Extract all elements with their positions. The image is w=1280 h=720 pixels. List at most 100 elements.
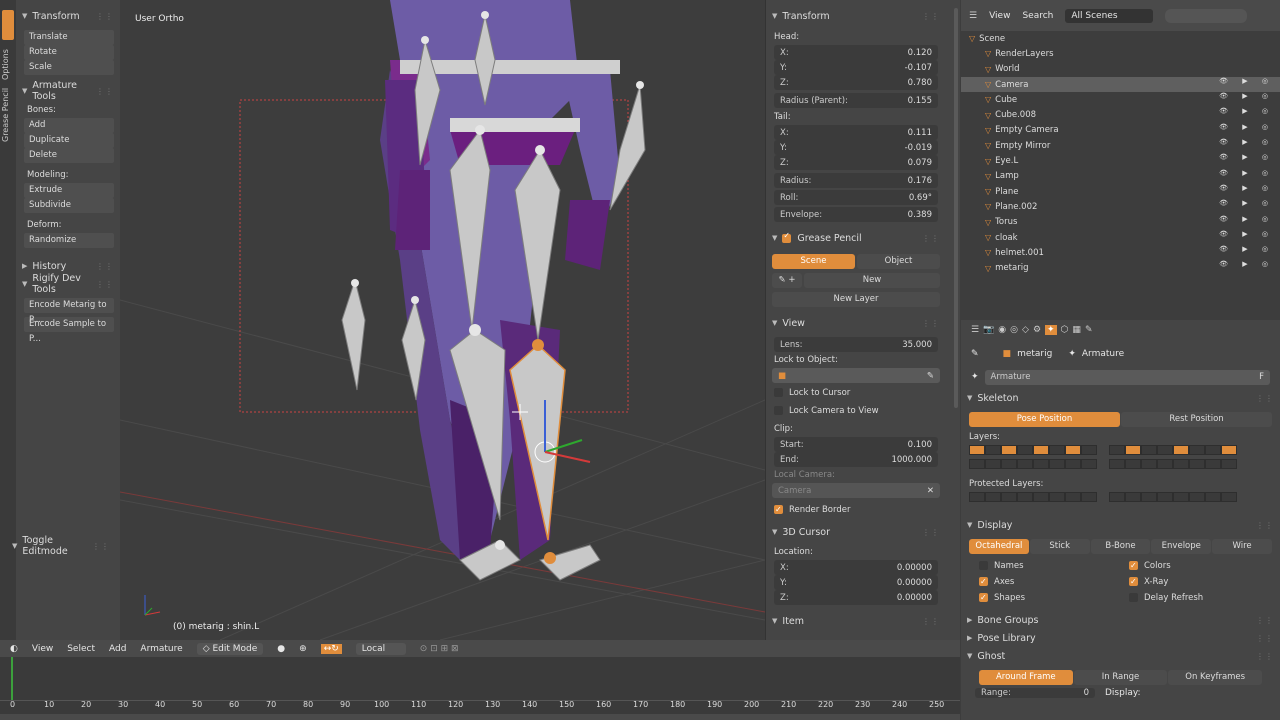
around-frame-button[interactable]: Around Frame (979, 670, 1073, 685)
pose-position-button[interactable]: Pose Position (969, 412, 1120, 427)
pose-library-header[interactable]: ▶ Pose Library ⋮⋮ (961, 630, 1280, 646)
outliner-row[interactable]: ▽ Cube 👁 ▶ ◎ (961, 92, 1280, 107)
3d-cursor-header[interactable]: ▼ 3D Cursor ⋮⋮ (766, 524, 946, 540)
roll-field[interactable]: Roll: 0.69° (774, 190, 938, 205)
outliner-row[interactable]: ▽ helmet.001 👁 ▶ ◎ (961, 245, 1280, 260)
outliner-item-name[interactable]: Scene (979, 34, 1005, 44)
translate-button[interactable]: Translate (24, 30, 114, 45)
tail-x-field[interactable]: X: 0.111 (774, 125, 938, 140)
add-bone-button[interactable]: Add (24, 118, 114, 133)
outliner-item-name[interactable]: helmet.001 (995, 248, 1044, 258)
subdivide-button[interactable]: Subdivide (24, 198, 114, 213)
outliner-item-name[interactable]: World (995, 64, 1019, 74)
head-x-field[interactable]: X: 0.120 (774, 45, 938, 60)
outliner-item-name[interactable]: cloak (995, 233, 1017, 243)
tail-y-field[interactable]: Y: -0.019 (774, 140, 938, 155)
add-menu[interactable]: Add (109, 644, 126, 654)
tail-z-field[interactable]: Z: 0.079 (774, 155, 938, 170)
on-keyframes-button[interactable]: On Keyframes (1168, 670, 1263, 685)
transform-panel-header[interactable]: ▼ Transform ⋮⋮ (16, 8, 120, 24)
lens-field[interactable]: Lens: 35.000 (774, 337, 938, 352)
outliner-row[interactable]: ▽ RenderLayers (961, 46, 1280, 61)
visibility-icons[interactable]: 👁 ▶ ◎ (1219, 107, 1274, 115)
cursor-z-field[interactable]: Z: 0.00000 (774, 590, 938, 605)
envelope-button[interactable]: Envelope (1151, 539, 1212, 554)
envelope-field[interactable]: Envelope: 0.389 (774, 207, 938, 222)
outliner-item-name[interactable]: Camera (995, 80, 1028, 90)
render-border-toggle[interactable]: Render Border (766, 502, 946, 518)
visibility-icons[interactable]: 👁 ▶ ◎ (1219, 169, 1274, 177)
n-transform-header[interactable]: ▼ Transform ⋮⋮ (766, 8, 946, 24)
head-z-field[interactable]: Z: 0.780 (774, 75, 938, 90)
pivot-icon[interactable]: ⊕ (299, 644, 307, 654)
outliner-item-name[interactable]: Lamp (995, 171, 1019, 181)
in-range-button[interactable]: In Range (1073, 670, 1168, 685)
outliner-row[interactable]: ▽ Scene (961, 31, 1280, 46)
cursor-y-field[interactable]: Y: 0.00000 (774, 575, 938, 590)
editor-type-button[interactable]: ◐ (10, 644, 18, 654)
manipulator-icons[interactable]: ↔↻ (320, 643, 342, 654)
transform-orientation-dropdown[interactable]: Local (355, 642, 406, 655)
outliner-search-menu[interactable]: Search (1022, 11, 1053, 21)
visibility-icons[interactable]: 👁 ▶ ◎ (1219, 123, 1274, 131)
shading-icon[interactable]: ● (277, 644, 285, 654)
radius-parent-field[interactable]: Radius (Parent): 0.155 (774, 93, 938, 108)
armature-name-field[interactable]: Armature F (984, 369, 1270, 385)
outliner-row[interactable]: ▽ Cube.008 👁 ▶ ◎ (961, 107, 1280, 122)
rotate-button[interactable]: Rotate (24, 45, 114, 60)
view-header[interactable]: ▼ View ⋮⋮ (766, 315, 946, 331)
encode-sample-button[interactable]: Encode Sample to P... (24, 317, 114, 344)
breadcrumb-object[interactable]: metarig (1017, 349, 1052, 359)
head-y-field[interactable]: Y: -0.107 (774, 60, 938, 75)
delete-button[interactable]: Delete (24, 148, 114, 163)
mode-dropdown[interactable]: ◇ Edit Mode (196, 642, 264, 655)
visibility-icons[interactable]: 👁 ▶ ◎ (1219, 245, 1274, 253)
outliner-row[interactable]: ▽ Lamp 👁 ▶ ◎ (961, 169, 1280, 184)
tab-grease-pencil[interactable]: Grease Pencil (1, 82, 10, 142)
display-header[interactable]: ▼ Display ⋮⋮ (961, 517, 1280, 533)
bbone-button[interactable]: B-Bone (1090, 539, 1151, 554)
outliner-row[interactable]: ▽ cloak 👁 ▶ ◎ (961, 230, 1280, 245)
new-gp-button[interactable]: New (804, 273, 940, 288)
wire-button[interactable]: Wire (1212, 539, 1272, 554)
extrude-button[interactable]: Extrude (24, 183, 114, 198)
outliner-row[interactable]: ▽ Plane 👁 ▶ ◎ (961, 184, 1280, 199)
ghost-header[interactable]: ▼ Ghost ⋮⋮ (961, 648, 1280, 664)
outliner-item-name[interactable]: metarig (995, 263, 1028, 273)
randomize-button[interactable]: Randomize (24, 233, 114, 248)
toggle-editmode-header[interactable]: ▼ Toggle Editmode ⋮⋮ (6, 535, 116, 557)
lock-to-cursor[interactable]: Lock to Cursor (766, 385, 946, 401)
outliner-row[interactable]: ▽ Empty Mirror 👁 ▶ ◎ (961, 138, 1280, 153)
outliner-item-name[interactable]: Eye.L (995, 156, 1018, 166)
rest-position-button[interactable]: Rest Position (1121, 412, 1272, 427)
axes-toggle[interactable]: Axes (971, 574, 1121, 590)
n-panel-scrollbar[interactable] (954, 8, 958, 408)
scale-button[interactable]: Scale (24, 60, 114, 75)
grease-pencil-checkbox[interactable] (782, 231, 792, 243)
view-menu[interactable]: View (32, 644, 53, 654)
skeleton-header[interactable]: ▼ Skeleton ⋮⋮ (961, 390, 1280, 406)
select-menu[interactable]: Select (67, 644, 95, 654)
outliner-item-name[interactable]: Plane (995, 187, 1018, 197)
scene-button[interactable]: Scene (772, 254, 855, 269)
outliner-row[interactable]: ▽ Torus 👁 ▶ ◎ (961, 215, 1280, 230)
visibility-icons[interactable]: 👁 ▶ ◎ (1219, 215, 1274, 223)
object-button[interactable]: Object (857, 254, 940, 269)
layer-icons[interactable]: ⊙ ⊡ ⊞ ⊠ (420, 644, 459, 654)
outliner-row[interactable]: ▽ metarig 👁 ▶ ◎ (961, 260, 1280, 275)
outliner-row[interactable]: ▽ World (961, 62, 1280, 77)
item-header[interactable]: ▼ Item ⋮⋮ (766, 613, 946, 629)
colors-toggle[interactable]: Colors (1121, 558, 1261, 574)
visibility-icons[interactable]: 👁 ▶ ◎ (1219, 138, 1274, 146)
xray-toggle[interactable]: X-Ray (1121, 574, 1261, 590)
viewport-3d[interactable]: User Ortho (0) metarig : shin.L (120, 0, 765, 640)
outliner-row[interactable]: ▽ Eye.L 👁 ▶ ◎ (961, 153, 1280, 168)
breadcrumb-data[interactable]: Armature (1082, 349, 1124, 359)
tab-tools[interactable] (2, 10, 14, 40)
rigify-header[interactable]: ▼ Rigify Dev Tools ⋮⋮ (16, 273, 120, 295)
lock-camera-to-view[interactable]: Lock Camera to View (766, 403, 946, 419)
outliner-item-name[interactable]: Plane.002 (995, 202, 1037, 212)
outliner-search-input[interactable] (1165, 8, 1248, 23)
stick-button[interactable]: Stick (1029, 539, 1090, 554)
octahedral-button[interactable]: Octahedral (969, 539, 1029, 554)
